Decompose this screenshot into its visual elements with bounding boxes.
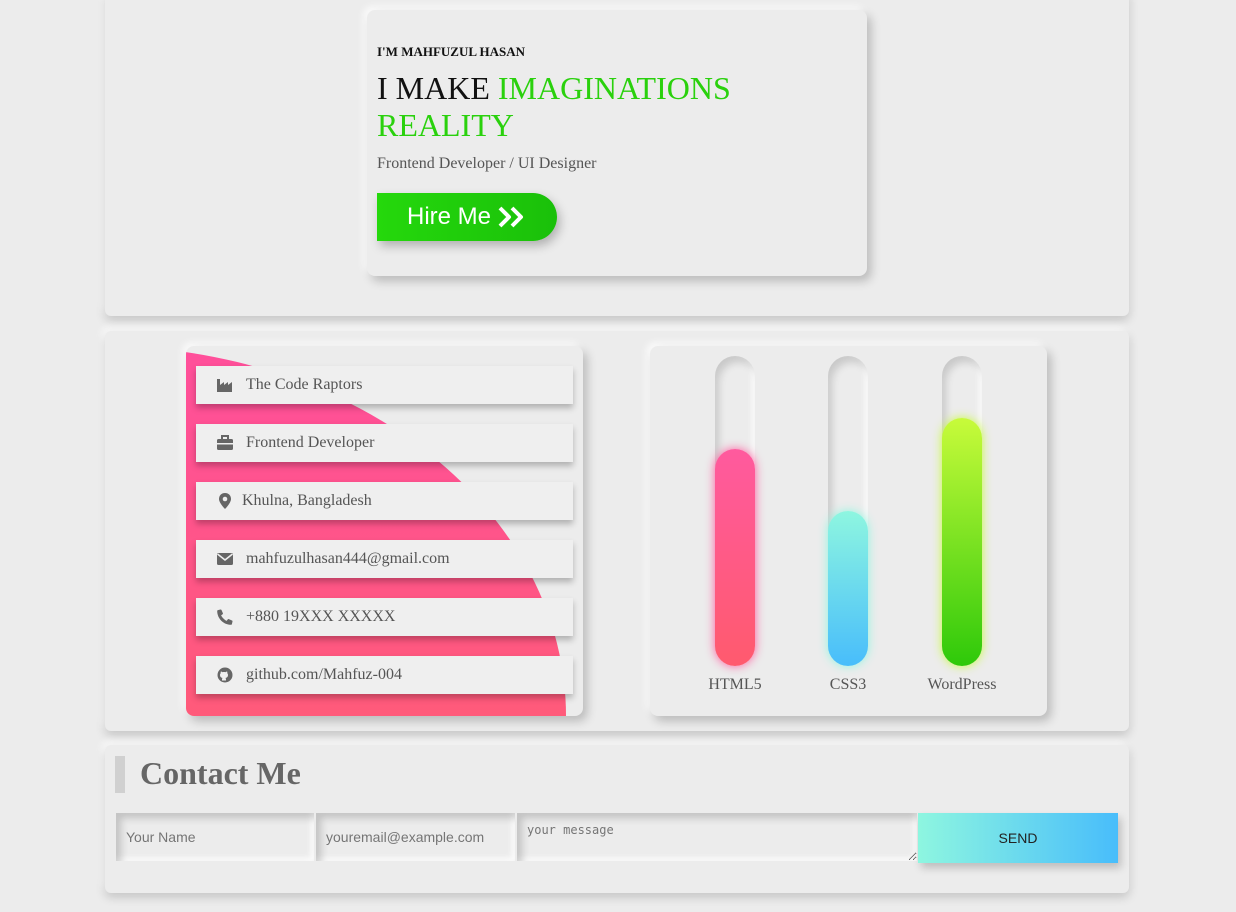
contact-section: Contact Me SEND bbox=[105, 745, 1129, 893]
info-item-text: github.com/Mahfuz-004 bbox=[246, 666, 402, 683]
info-item-company: The Code Raptors bbox=[196, 366, 573, 404]
hire-me-label: Hire Me bbox=[407, 203, 492, 230]
hero-title: I MAKE IMAGINATIONS REALITY bbox=[377, 70, 817, 144]
phone-icon bbox=[216, 608, 234, 626]
contact-title: Contact Me bbox=[140, 755, 301, 791]
skill-label: WordPress bbox=[927, 676, 997, 693]
contact-title-accent-bar bbox=[115, 756, 125, 793]
skill-bar-html5 bbox=[715, 449, 755, 666]
skill-track-wordpress bbox=[942, 356, 982, 666]
about-section: The Code Raptors Frontend Developer Khul… bbox=[105, 331, 1129, 731]
skill-track-css3 bbox=[828, 356, 868, 666]
info-item-text: Khulna, Bangladesh bbox=[242, 492, 372, 509]
info-item-text: Frontend Developer bbox=[246, 434, 375, 451]
hero-title-plain: I MAKE bbox=[377, 70, 498, 106]
skill-label: CSS3 bbox=[829, 676, 867, 693]
name-input[interactable] bbox=[116, 813, 314, 861]
skills-card: HTML5 CSS3 WordPress bbox=[650, 346, 1047, 716]
info-item-phone: +880 19XXX XXXXX bbox=[196, 598, 573, 636]
skill-label: HTML5 bbox=[708, 676, 762, 693]
message-textarea[interactable] bbox=[517, 813, 917, 861]
skill-track-html5 bbox=[715, 356, 755, 666]
email-input[interactable] bbox=[316, 813, 515, 861]
info-item-email: mahfuzulhasan444@gmail.com bbox=[196, 540, 573, 578]
hero-subtitle: Frontend Developer / UI Designer bbox=[377, 155, 597, 172]
double-chevron-right-icon bbox=[498, 206, 524, 228]
industry-icon bbox=[216, 376, 234, 394]
map-marker-icon bbox=[216, 492, 234, 510]
hire-me-button[interactable]: Hire Me bbox=[377, 193, 557, 241]
info-item-github: github.com/Mahfuz-004 bbox=[196, 656, 573, 694]
skill-bar-wordpress bbox=[942, 418, 982, 666]
briefcase-icon bbox=[216, 434, 234, 452]
info-item-text: mahfuzulhasan444@gmail.com bbox=[246, 550, 450, 567]
hero-section: I'M MAHFUZUL HASAN I MAKE IMAGINATIONS R… bbox=[105, 0, 1129, 316]
info-item-text: The Code Raptors bbox=[246, 376, 363, 393]
info-item-location: Khulna, Bangladesh bbox=[196, 482, 573, 520]
info-card: The Code Raptors Frontend Developer Khul… bbox=[186, 346, 583, 716]
skill-bar-css3 bbox=[828, 511, 868, 666]
envelope-icon bbox=[216, 550, 234, 568]
info-item-role: Frontend Developer bbox=[196, 424, 573, 462]
info-item-text: +880 19XXX XXXXX bbox=[246, 608, 396, 625]
github-icon bbox=[216, 666, 234, 684]
hero-intro: I'M MAHFUZUL HASAN bbox=[377, 44, 526, 59]
hero-card: I'M MAHFUZUL HASAN I MAKE IMAGINATIONS R… bbox=[367, 10, 867, 276]
send-button[interactable]: SEND bbox=[918, 813, 1118, 863]
